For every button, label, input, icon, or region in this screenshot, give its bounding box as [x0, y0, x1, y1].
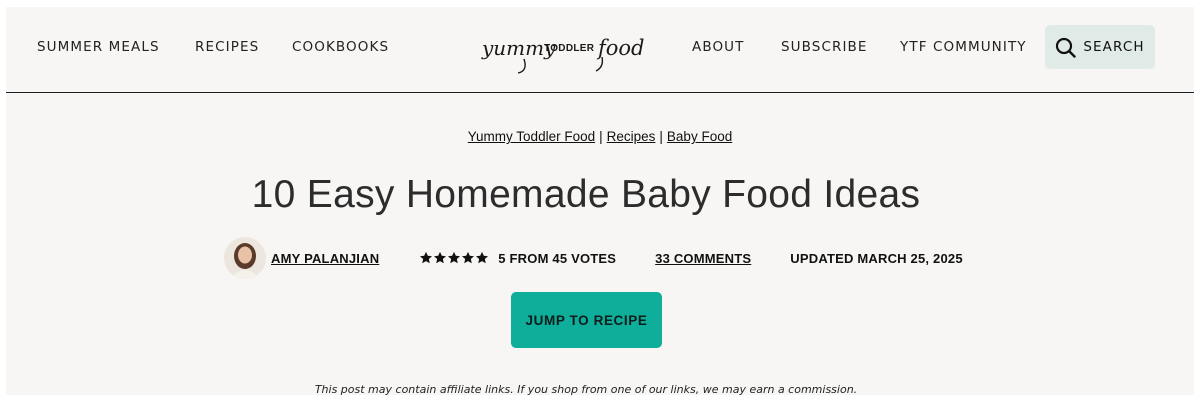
- search-icon: [1056, 37, 1077, 58]
- logo-toddler: TODDLER: [544, 43, 595, 54]
- star-icon: [462, 251, 475, 264]
- breadcrumb-recipes[interactable]: Recipes: [607, 129, 656, 144]
- site-logo[interactable]: yummy TODDLER food: [480, 33, 676, 75]
- nav-about[interactable]: ABOUT: [692, 39, 745, 55]
- breadcrumb-home[interactable]: Yummy Toddler Food: [468, 129, 595, 144]
- author-link[interactable]: AMY PALANJIAN: [271, 251, 379, 266]
- breadcrumb: Yummy Toddler Food | Recipes | Baby Food: [6, 129, 1194, 144]
- site-header: SUMMER MEALS RECIPES COOKBOOKS yummy TOD…: [6, 7, 1194, 93]
- star-icon: [434, 251, 447, 264]
- comments-link[interactable]: 33 COMMENTS: [655, 251, 751, 266]
- breadcrumb-baby-food[interactable]: Baby Food: [667, 129, 732, 144]
- nav-summer-meals[interactable]: SUMMER MEALS: [37, 39, 160, 55]
- page-title: 10 Easy Homemade Baby Food Ideas: [251, 173, 921, 216]
- breadcrumb-separator: |: [659, 129, 663, 144]
- rating-stars[interactable]: [419, 251, 489, 265]
- updated-date: UPDATED MARCH 25, 2025: [790, 250, 963, 266]
- author-avatar[interactable]: [224, 237, 266, 279]
- breadcrumb-separator: |: [599, 129, 603, 144]
- nav-recipes[interactable]: RECIPES: [195, 39, 259, 55]
- search-button[interactable]: SEARCH: [1045, 25, 1155, 69]
- star-icon: [448, 251, 461, 264]
- star-icon: [476, 251, 489, 264]
- rating-text: 5 FROM 45 VOTES: [498, 250, 617, 266]
- page-frame: SUMMER MEALS RECIPES COOKBOOKS yummy TOD…: [6, 7, 1194, 396]
- star-icon: [420, 251, 433, 264]
- nav-cookbooks[interactable]: COOKBOOKS: [292, 39, 389, 55]
- jump-to-recipe-button[interactable]: JUMP TO RECIPE: [511, 292, 662, 348]
- nav-ytf-community[interactable]: YTF COMMUNITY: [900, 39, 1027, 55]
- affiliate-disclaimer: This post may contain affiliate links. I…: [314, 383, 858, 396]
- search-label: SEARCH: [1083, 39, 1145, 55]
- post-meta: AMY PALANJIAN 5 FROM 45 VOTES 33 COMMENT…: [224, 236, 963, 280]
- nav-subscribe[interactable]: SUBSCRIBE: [781, 39, 868, 55]
- logo-food: food: [596, 36, 645, 60]
